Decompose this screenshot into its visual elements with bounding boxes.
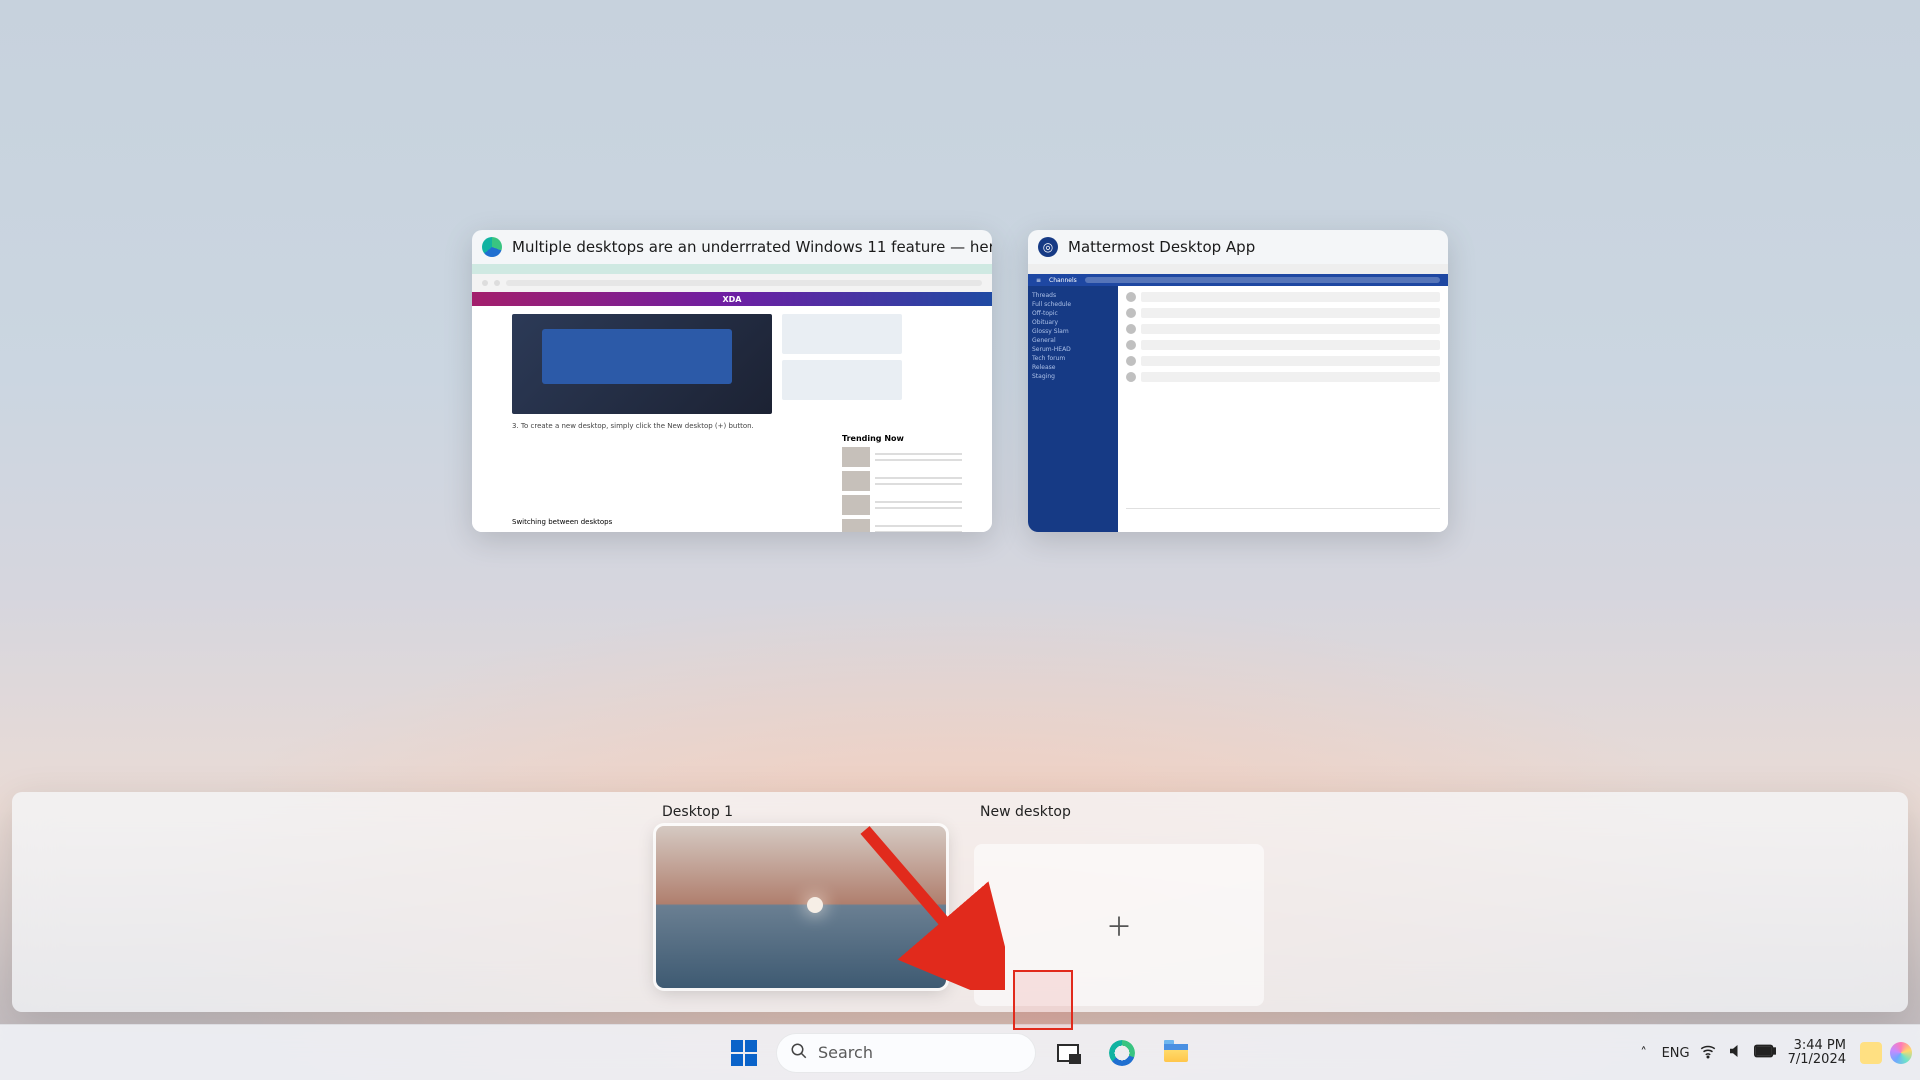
mattermost-sidebar: Threads Full schedule Off-topic Obituary…: [1028, 286, 1118, 532]
window-thumbnail: XDA 3. To create a new desktop, simply c…: [472, 264, 992, 532]
plus-icon: ＋: [1106, 907, 1132, 944]
window-preview-mattermost[interactable]: ◎ Mattermost Desktop App ≡Channels Threa…: [1028, 230, 1448, 532]
volume-icon[interactable]: [1726, 1042, 1746, 1064]
wifi-icon[interactable]: [1698, 1042, 1718, 1064]
article-subheading: Switching between desktops: [512, 518, 612, 526]
window-title: Multiple desktops are an underrrated Win…: [512, 238, 992, 256]
taskbar: Search ˄ ENG 3:44 PM 7/1/2024: [0, 1024, 1920, 1080]
virtual-desktops-bar: Desktop 1 New desktop ＋: [12, 792, 1908, 1012]
tray-app-copilot[interactable]: [1890, 1042, 1912, 1064]
battery-icon[interactable]: [1754, 1044, 1774, 1062]
desktop-label: Desktop 1: [662, 804, 946, 820]
clock-date: 7/1/2024: [1788, 1053, 1846, 1067]
search-icon: [790, 1042, 808, 1064]
trending-heading: Trending Now: [842, 434, 904, 443]
new-desktop-label: New desktop: [980, 804, 1264, 820]
task-view-icon: [1057, 1044, 1079, 1062]
tray-overflow-button[interactable]: ˄: [1634, 1046, 1654, 1061]
edge-icon: [482, 237, 502, 257]
tray-app-1[interactable]: [1860, 1042, 1882, 1064]
windows-logo-icon: [731, 1040, 757, 1066]
clock[interactable]: 3:44 PM 7/1/2024: [1788, 1039, 1846, 1068]
article-step-text: 3. To create a new desktop, simply click…: [472, 422, 992, 430]
taskbar-app-edge[interactable]: [1100, 1031, 1144, 1075]
window-title: Mattermost Desktop App: [1068, 238, 1255, 256]
system-tray: ˄ ENG 3:44 PM 7/1/2024: [1634, 1025, 1912, 1081]
file-explorer-icon: [1164, 1044, 1188, 1062]
edge-icon: [1109, 1040, 1135, 1066]
desktop-thumbnail[interactable]: [656, 826, 946, 988]
window-preview-edge[interactable]: Multiple desktops are an underrrated Win…: [472, 230, 992, 532]
task-view-button[interactable]: [1046, 1031, 1090, 1075]
clock-time: 3:44 PM: [1788, 1039, 1846, 1053]
window-thumbnail: ≡Channels Threads Full schedule Off-topi…: [1028, 264, 1448, 532]
taskbar-app-explorer[interactable]: [1154, 1031, 1198, 1075]
start-button[interactable]: [722, 1031, 766, 1075]
language-indicator[interactable]: ENG: [1662, 1046, 1690, 1061]
annotation-highlight: [1013, 970, 1073, 1030]
search-input[interactable]: Search: [776, 1033, 1036, 1073]
search-placeholder: Search: [818, 1043, 873, 1062]
xda-brand: XDA: [472, 292, 992, 306]
task-view-previews: Multiple desktops are an underrrated Win…: [472, 230, 1448, 532]
mattermost-chat: [1118, 286, 1448, 532]
desktop-tile-1[interactable]: Desktop 1: [656, 804, 946, 988]
mattermost-icon: ◎: [1038, 237, 1058, 257]
